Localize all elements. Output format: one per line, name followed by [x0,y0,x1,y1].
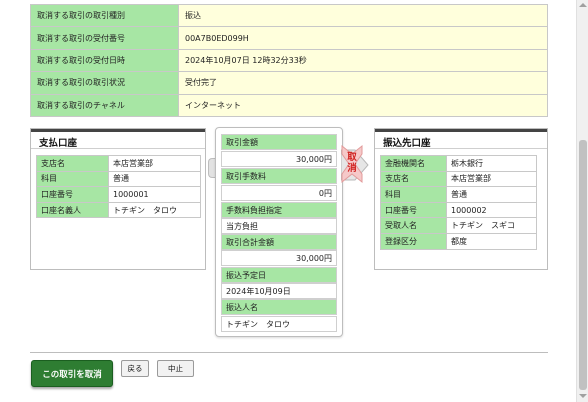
table-row: 取消する取引のチャネル インターネット [30,93,548,117]
info-label: 取消する取引の受付日時 [30,48,179,73]
field-label: 口座番号 [380,201,447,219]
stop-button[interactable]: 中止 [157,360,194,377]
info-label: 取消する取引のチャネル [30,93,179,117]
table-row: 口座名義人 トチギン タロウ [36,201,201,219]
table-row: 取消する取引の取引状況 受付完了 [30,71,548,95]
field-label: 口座番号 [36,186,109,203]
cancel-transaction-button[interactable]: この取引を取消 [31,360,113,387]
field-value: 本店営業部 [108,155,201,172]
field-value: トチギン スギコ [446,217,537,234]
table-row: 口座番号 1000002 [380,201,537,219]
table-row: 取消する取引の取引種別 振込 [30,3,548,28]
scheduled-date-label: 振込予定日 [221,267,337,283]
table-row: 受取人名 トチギン スギコ [380,217,537,234]
field-value: 栃木銀行 [446,155,537,172]
table-row: 口座番号 1000001 [36,186,201,203]
remitter-label: 振込人名 [221,299,337,315]
amount-value: 30,000円 [221,151,337,167]
info-value: 00A7B0ED099H [178,26,548,50]
field-label: 受取人名 [380,217,447,234]
total-value: 30,000円 [221,250,337,266]
scheduled-date-value: 2024年10月09日 [221,283,337,299]
payment-account-table: 支店名 本店営業部 科目 普通 口座番号 1000001 口座名義人 トチギン … [36,155,201,219]
payment-account-panel: 支払口座 支店名 本店営業部 科目 普通 口座番号 1000001 口座名義人 … [30,128,206,270]
scroll-thumb[interactable] [579,140,587,390]
info-value: 振込 [178,3,548,28]
divider [30,352,548,353]
field-value: 普通 [446,186,537,203]
field-label: 科目 [36,170,109,188]
field-label: 口座名義人 [36,201,109,219]
destination-account-table: 金融機関名 栃木銀行 支店名 本店営業部 科目 普通 口座番号 1000002 … [380,155,537,250]
panel-title: 支払口座 [31,129,205,149]
field-label: 支店名 [380,170,447,188]
info-value: 2024年10月07日 12時32分33秒 [178,48,548,73]
table-row: 支店名 本店営業部 [36,155,201,172]
amount-label: 取引金額 [221,134,337,150]
field-label: 登録区分 [380,232,447,250]
remitter-value: トチギン タロウ [221,316,337,332]
field-value: トチギン タロウ [108,201,201,219]
destination-account-panel: 振込先口座 金融機関名 栃木銀行 支店名 本店営業部 科目 普通 口座番号 10… [374,128,548,270]
table-row: 金融機関名 栃木銀行 [380,155,537,172]
vertical-scrollbar[interactable] [576,0,588,402]
field-label: 金融機関名 [380,155,447,172]
fee-label: 取引手数料 [221,168,337,184]
field-value: 都度 [446,232,537,250]
transfer-details-panel: 取引金額 30,000円 取引手数料 0円 手数料負担指定 当方負担 取引合計金… [215,127,343,337]
fee-bearer-label: 手数料負担指定 [221,202,337,218]
table-row: 支店名 本店営業部 [380,170,537,188]
back-button[interactable]: 戻る [121,360,149,377]
total-label: 取引合計金額 [221,234,337,250]
cancel-stamp-text: 取消 [347,152,357,174]
field-value: 普通 [108,170,201,188]
field-value: 1000002 [446,201,537,219]
table-row: 取消する取引の受付番号 00A7B0ED099H [30,26,548,50]
field-value: 1000001 [108,186,201,203]
panel-title: 振込先口座 [375,129,547,149]
table-row: 科目 普通 [380,186,537,203]
info-label: 取消する取引の受付番号 [30,26,179,50]
field-label: 科目 [380,186,447,203]
info-label: 取消する取引の取引状況 [30,71,179,95]
transaction-info-table: 取消する取引の取引種別 振込 取消する取引の受付番号 00A7B0ED099H … [30,3,548,117]
field-value: 本店営業部 [446,170,537,188]
table-row: 取消する取引の受付日時 2024年10月07日 12時32分33秒 [30,48,548,73]
scroll-up-icon[interactable] [579,3,587,7]
field-label: 支店名 [36,155,109,172]
table-row: 科目 普通 [36,170,201,188]
info-label: 取消する取引の取引種別 [30,3,179,28]
info-value: 受付完了 [178,71,548,95]
fee-bearer-value: 当方負担 [221,218,337,234]
fee-value: 0円 [221,185,337,201]
info-value: インターネット [178,93,548,117]
scroll-down-icon[interactable] [579,394,587,398]
table-row: 登録区分 都度 [380,232,537,250]
